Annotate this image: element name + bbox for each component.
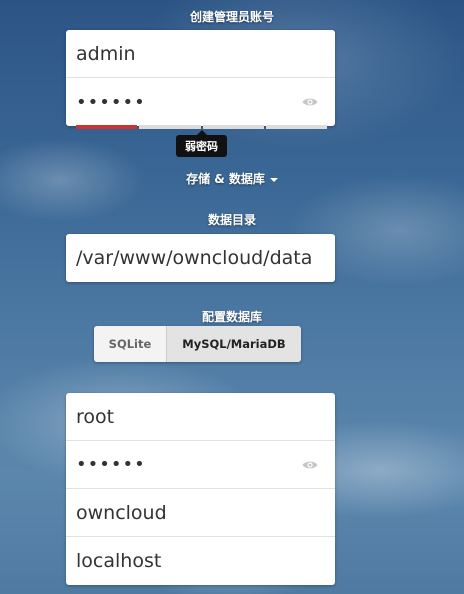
data-directory-heading: 数据目录 [207, 213, 256, 227]
caret-down-icon [269, 177, 278, 182]
admin-username-value: admin [76, 42, 136, 65]
db-host-value: localhost [76, 550, 162, 572]
strength-segment [76, 125, 138, 129]
admin-password-value: •••••• [76, 91, 146, 113]
database-settings-group: root •••••• owncloud localhost [66, 393, 335, 585]
db-user-field[interactable]: root [66, 393, 335, 441]
password-strength-tooltip: 弱密码 [176, 130, 227, 157]
db-password-field[interactable]: •••••• [66, 441, 335, 489]
admin-account-heading: 创建管理员账号 [189, 10, 274, 24]
db-option-mysql-mariadb[interactable]: MySQL/MariaDB [167, 326, 301, 362]
data-directory-group: /var/www/owncloud/data [66, 234, 335, 282]
data-directory-value: /var/www/owncloud/data [76, 247, 313, 269]
configure-database-heading: 配置数据库 [201, 310, 262, 324]
strength-segment [265, 125, 327, 129]
db-option-sqlite[interactable]: SQLite [94, 326, 167, 362]
storage-database-toggle[interactable]: 存储 & 数据库 [0, 170, 464, 187]
db-name-field[interactable]: owncloud [66, 489, 335, 537]
eye-icon[interactable] [302, 460, 318, 470]
db-user-value: root [76, 405, 115, 428]
admin-credentials-group: admin •••••• [66, 30, 335, 126]
strength-segment [139, 125, 201, 129]
db-host-field[interactable]: localhost [66, 537, 335, 585]
db-password-value: •••••• [76, 454, 146, 475]
admin-username-field[interactable]: admin [66, 30, 335, 78]
database-type-selector: SQLite MySQL/MariaDB [94, 326, 301, 362]
data-directory-field[interactable]: /var/www/owncloud/data [66, 234, 335, 282]
storage-toggle-label: 存储 & 数据库 [186, 172, 265, 186]
eye-icon[interactable] [302, 97, 318, 107]
password-strength-meter [76, 125, 327, 129]
db-name-value: owncloud [76, 501, 167, 524]
strength-segment [202, 125, 264, 129]
admin-password-field[interactable]: •••••• [66, 78, 335, 126]
